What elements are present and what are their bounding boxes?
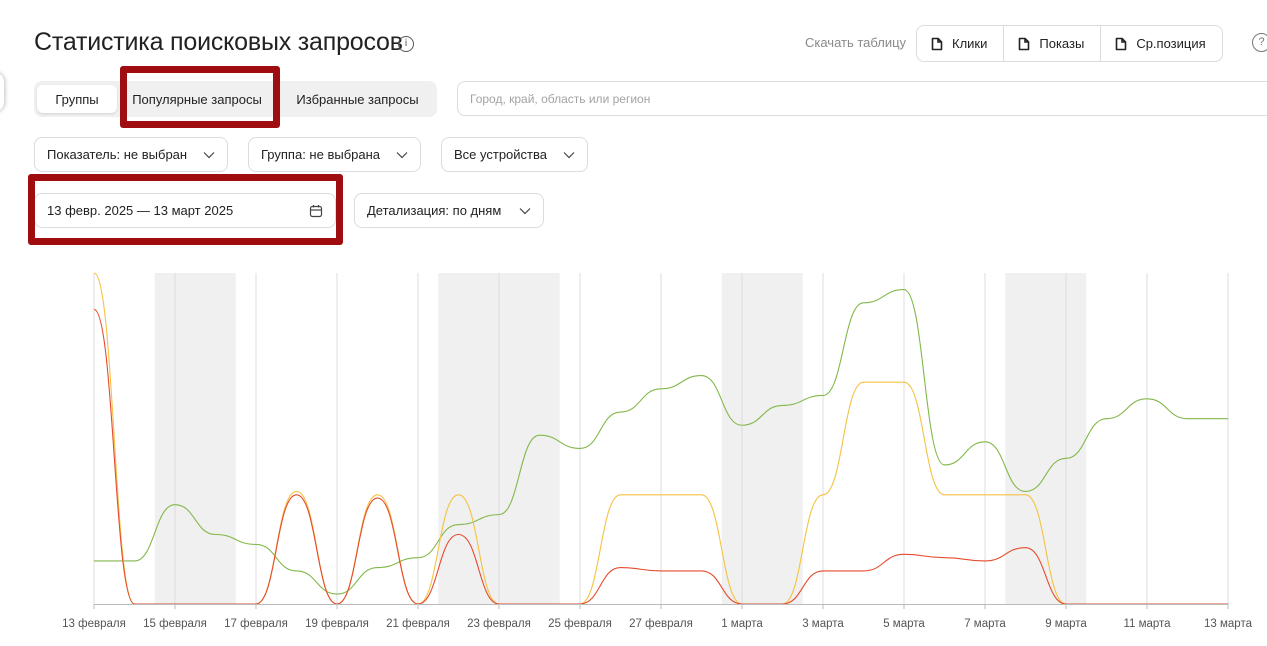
x-tick-label: 27 февраля <box>629 618 693 630</box>
x-tick-label: 5 марта <box>883 618 925 630</box>
x-tick-label: 19 февраля <box>305 618 369 630</box>
x-tick-label: 13 марта <box>1204 618 1253 630</box>
x-tick-label: 21 февраля <box>386 618 450 630</box>
x-tick-label: 13 февраля <box>62 618 126 630</box>
search-stats-chart: 13 февраля 15 февраля 17 февраля 19 февраля… <box>62 272 1253 630</box>
weekend-band <box>154 273 236 604</box>
x-tick-label: 15 февраля <box>143 618 207 630</box>
x-tick-label: 3 марта <box>802 618 844 630</box>
x-tick-label: 7 марта <box>964 618 1006 630</box>
x-tick-label: 25 февраля <box>548 618 612 630</box>
x-tick-label: 17 февраля <box>224 618 288 630</box>
weekend-band <box>721 273 803 604</box>
x-tick-label: 9 марта <box>1045 618 1087 630</box>
x-tick-label: 1 марта <box>721 618 763 630</box>
x-tick-label: 11 марта <box>1123 618 1171 630</box>
weekend-band <box>1005 273 1087 604</box>
x-tick-label: 23 февраля <box>467 618 531 630</box>
